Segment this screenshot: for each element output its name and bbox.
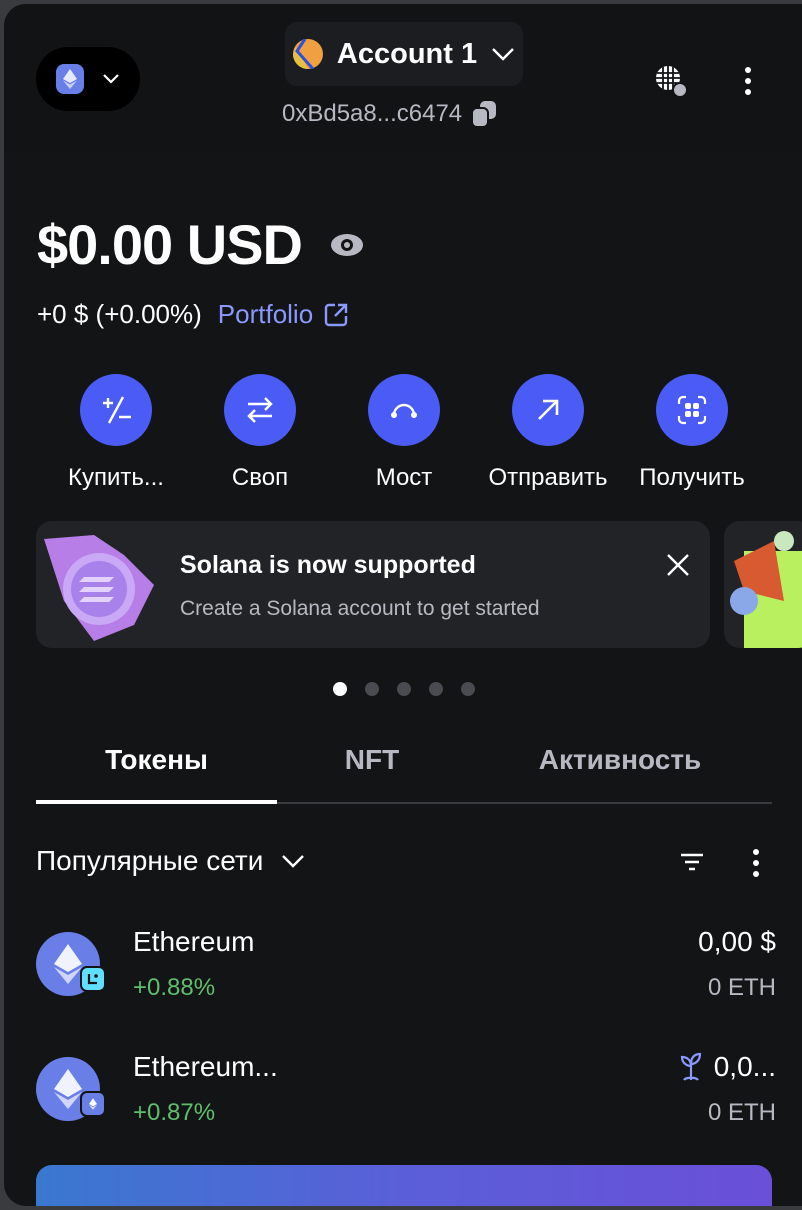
send-icon	[538, 399, 559, 420]
more-menu-icon[interactable]	[742, 66, 754, 96]
action-label: Мост	[375, 464, 433, 491]
carousel-dot[interactable]	[461, 682, 475, 696]
bridge-button[interactable]: Мост	[332, 374, 476, 492]
carousel-dot[interactable]	[397, 682, 411, 696]
next-banner-card[interactable]	[724, 521, 802, 648]
portfolio-link[interactable]: Portfolio	[218, 299, 349, 330]
buy-sell-icon	[103, 396, 131, 424]
network-filter-label: Популярные сети	[36, 845, 264, 876]
active-tab-indicator	[36, 800, 277, 804]
token-fiat-value: 0,0...	[713, 1051, 776, 1082]
token-fiat-value: 0,00 $	[698, 926, 776, 957]
external-link-icon	[324, 303, 348, 326]
send-button[interactable]: Отправить	[476, 374, 620, 492]
token-change: +0.87%	[133, 1099, 216, 1126]
token-name: Ethereum	[133, 926, 255, 957]
linea-network-badge	[80, 966, 106, 992]
balance-currency: USD	[186, 213, 303, 276]
copy-icon[interactable]	[472, 101, 497, 127]
header: Account 1 0xBd5a8...c6474	[4, 4, 802, 152]
sort-filter-icon[interactable]	[680, 852, 704, 872]
token-name: Ethereum...	[133, 1051, 278, 1082]
tab-label: NFT	[344, 744, 400, 775]
carousel-dot[interactable]	[365, 682, 379, 696]
account-avatar	[292, 39, 323, 69]
receive-icon	[677, 395, 707, 425]
sprout-icon[interactable]	[680, 1052, 702, 1082]
close-icon[interactable]	[666, 553, 690, 577]
solana-banner[interactable]: Solana is now supported Create a Solana …	[36, 521, 710, 648]
account-picker[interactable]: Account 1	[285, 22, 523, 86]
balance-change: +0 $ (+0.00%) Portfolio	[37, 299, 349, 330]
carousel-dot[interactable]	[429, 682, 443, 696]
token-row[interactable]: Ethereum +0.88% 0,00 $ 0 ETH	[36, 922, 776, 1012]
banner-title: Solana is now supported	[180, 551, 476, 579]
account-name: Account 1	[336, 37, 478, 70]
receive-button[interactable]: Получить	[620, 374, 764, 492]
tab-label: Токены	[105, 744, 208, 775]
tab-tokens[interactable]: Токены	[36, 744, 277, 776]
swap-button[interactable]: Своп	[188, 374, 332, 492]
token-change: +0.88%	[133, 974, 216, 1001]
globe-connection-icon[interactable]	[654, 64, 688, 98]
eye-icon[interactable]	[330, 233, 364, 257]
solana-coin-image	[44, 535, 154, 641]
chevron-down-icon	[282, 855, 305, 868]
banner-subtitle: Create a Solana account to get started	[180, 597, 540, 620]
tab-activity[interactable]: Активность	[504, 744, 736, 776]
tab-nft[interactable]: NFT	[277, 744, 467, 776]
token-row[interactable]: Ethereum... +0.87% 0,0... 0 ETH	[36, 1047, 776, 1137]
network-filter-button[interactable]: Популярные сети	[36, 845, 305, 877]
action-label: Получить	[639, 464, 745, 491]
portfolio-label: Portfolio	[217, 299, 314, 329]
change-text: +0 $ (+0.00%)	[37, 299, 202, 329]
balance-amount: $0.00	[37, 213, 173, 276]
carousel-dot[interactable]	[333, 682, 347, 696]
account-address[interactable]: 0xBd5a8...c6474	[282, 100, 497, 128]
promo-card[interactable]	[36, 1165, 772, 1206]
ethereum-network-badge	[80, 1091, 106, 1117]
address-text: 0xBd5a8...c6474	[282, 100, 463, 127]
megaphone-image	[730, 531, 802, 648]
more-options-icon[interactable]	[750, 848, 762, 878]
ethereum-network-icon	[56, 64, 84, 94]
buy-sell-button[interactable]: Купить...	[44, 374, 188, 492]
action-label: Своп	[231, 464, 289, 491]
action-label: Купить...	[68, 464, 164, 491]
tab-label: Активность	[538, 744, 702, 775]
token-amount: 0 ETH	[707, 974, 776, 1001]
chevron-down-icon	[103, 74, 119, 84]
total-balance: $0.00 USD	[37, 212, 364, 277]
network-picker[interactable]	[36, 47, 140, 111]
bridge-icon	[391, 403, 417, 418]
swap-icon	[247, 397, 273, 423]
wallet-app: Account 1 0xBd5a8...c6474 $0.00 USD +0 $…	[4, 4, 802, 1206]
action-label: Отправить	[488, 464, 608, 491]
token-amount: 0 ETH	[707, 1099, 776, 1126]
chevron-down-icon	[492, 48, 514, 61]
